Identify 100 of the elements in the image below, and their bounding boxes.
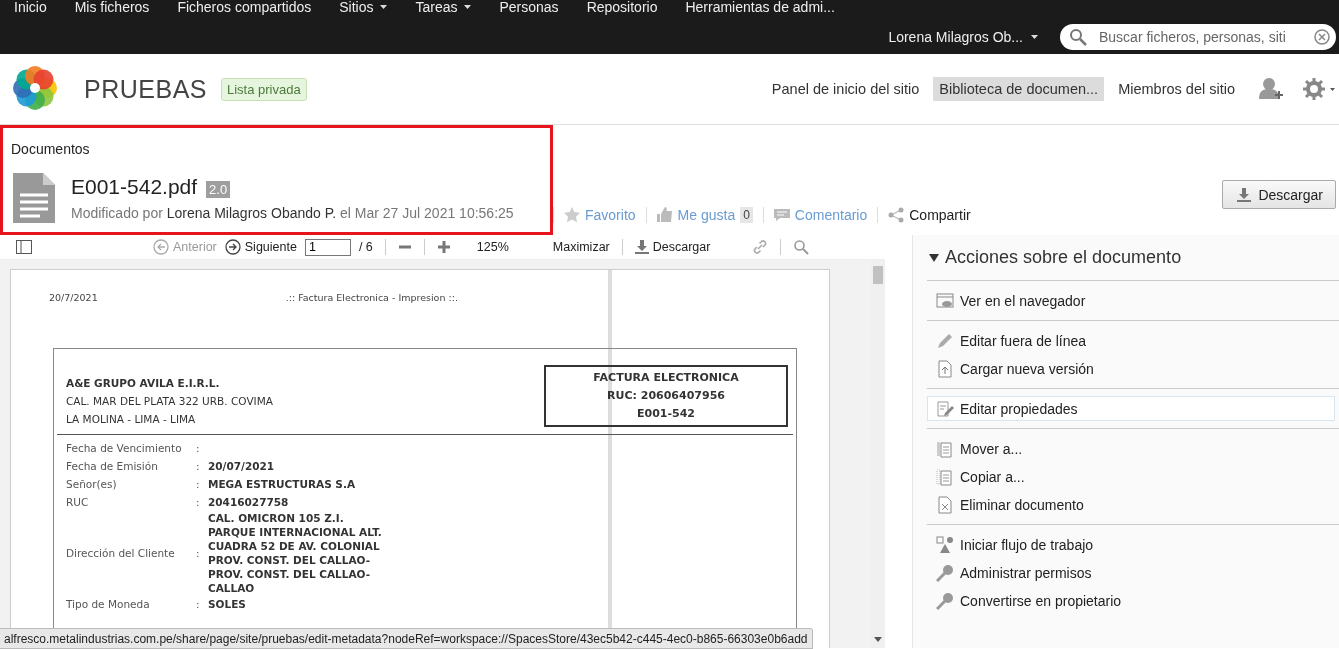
invoice-id-line: E001-542: [636, 406, 696, 422]
field-value: 20/07/2021: [208, 459, 275, 473]
field-value: CAL. OMICRON 105 Z.I.: [208, 511, 345, 525]
clear-icon[interactable]: [1314, 29, 1330, 45]
field-colon: :: [196, 459, 201, 474]
print-date: 20/7/2021: [49, 292, 98, 303]
share-icon: [888, 207, 905, 223]
action-item[interactable]: Ver en el navegador: [927, 288, 1335, 313]
issuer-address: CAL. MAR DEL PLATA 322 URB. COVIMA: [66, 394, 273, 409]
action-item[interactable]: Copiar a...: [927, 464, 1335, 489]
browser-window-icon: [936, 291, 954, 310]
zoom-level: 125%: [476, 240, 509, 254]
action-item[interactable]: Cargar nueva versión: [927, 356, 1335, 381]
thumbs-up-icon: [656, 207, 673, 223]
search-icon: [1069, 28, 1087, 46]
breadcrumb[interactable]: Documentos: [11, 141, 542, 157]
field-label: RUC: [66, 495, 90, 510]
file-delete-icon: [936, 495, 954, 514]
visibility-badge: Lista privada: [221, 77, 307, 101]
nav-link[interactable]: Inicio: [14, 0, 47, 14]
document-action[interactable]: Compartir: [877, 207, 981, 223]
nav-link[interactable]: Personas: [499, 0, 559, 14]
action-item[interactable]: Administrar permisos: [927, 560, 1335, 585]
action-item[interactable]: Editar fuera de línea: [927, 328, 1335, 353]
pencil-icon: [936, 331, 954, 350]
toolbar-button[interactable]: Siguiente: [224, 239, 297, 255]
download-link[interactable]: Descargar: [634, 240, 711, 254]
like-count: 0: [740, 207, 753, 223]
caret-icon: [380, 5, 388, 9]
settings-icon[interactable]: [1303, 78, 1335, 100]
field-colon: :: [196, 546, 201, 561]
action-item[interactable]: Convertirse en propietario: [927, 588, 1335, 613]
comment-icon: [773, 207, 790, 223]
file-name: E001-542.pdf: [71, 175, 198, 198]
field-colon: :: [196, 597, 201, 612]
nav-link[interactable]: Tareas: [415, 0, 472, 14]
issuer-name: A&E GRUPO AVILA E.I.R.L.: [66, 376, 221, 391]
document-action[interactable]: Me gusta 0: [645, 207, 763, 223]
field-colon: :: [196, 441, 201, 456]
field-label: Tipo de Moneda: [66, 597, 151, 612]
site-nav-link[interactable]: Biblioteca de documen...: [933, 77, 1105, 101]
field-label: Fecha de Vencimiento: [66, 441, 183, 456]
maximize-button[interactable]: Maximizar: [552, 240, 610, 254]
action-item[interactable]: Iniciar flujo de trabajo: [927, 532, 1335, 557]
site-nav-link[interactable]: Miembros del sitio: [1112, 77, 1241, 101]
shapes-icon: [936, 535, 954, 554]
field-value: PROV. CONST. DEL CALLAO-: [208, 567, 372, 581]
page-number-field[interactable]: 1: [304, 238, 351, 256]
user-menu[interactable]: Lorena Milagros Ob...: [888, 29, 1038, 45]
field-value: MEGA ESTRUCTURAS S.A: [208, 477, 356, 491]
modified-info: Modificado por Lorena Milagros Obando P. el Mar 27 Jul 2021 10:56:25: [71, 205, 514, 221]
field-label: Dirección del Cliente: [66, 546, 176, 561]
print-title: .:: Factura Electronica - Impresion ::.: [285, 292, 458, 303]
action-item[interactable]: Eliminar documento: [927, 492, 1335, 517]
field-value: SOLES: [208, 597, 246, 611]
download-icon: [634, 240, 649, 254]
action-item[interactable]: Editar propiedades: [927, 396, 1335, 421]
field-label: Señor(es): [66, 477, 118, 492]
documents-icon: [936, 467, 954, 486]
scrollbar-thumb[interactable]: [873, 266, 883, 284]
nav-link[interactable]: Ficheros compartidos: [177, 0, 312, 14]
field-value: PROV. CONST. DEL CALLAO-: [208, 553, 372, 567]
field-value: CUADRA 52 DE AV. COLONIAL: [208, 539, 381, 553]
edit-document-icon: [936, 399, 954, 418]
field-label: Fecha de Emisión: [66, 459, 159, 474]
nav-link[interactable]: Sitios: [339, 0, 388, 14]
documents-icon: [936, 439, 954, 458]
key-icon: [936, 591, 954, 610]
caret-icon: [1031, 35, 1038, 39]
key-icon: [936, 563, 954, 582]
issuer-address: LA MOLINA - LIMA - LIMA: [66, 412, 197, 427]
document-icon: [11, 171, 57, 225]
field-colon: :: [196, 477, 201, 492]
search-icon[interactable]: [793, 239, 810, 255]
add-user-icon[interactable]: [1259, 77, 1285, 101]
nav-link[interactable]: Mis ficheros: [74, 0, 150, 14]
download-icon: [1237, 187, 1252, 202]
scroll-down-icon[interactable]: [874, 637, 882, 642]
file-upload-icon: [936, 359, 954, 378]
status-url: alfresco.metalindustrias.com.pe/share/page/site/pruebas/edit-metadata?nodeRef=workspace://SpacesStore/43ec5b42-c445-4ec0-b865-66303e0b6add: [4, 631, 808, 646]
version-badge: 2.0: [206, 181, 231, 198]
search-field[interactable]: Buscar ficheros, personas, siti: [1060, 24, 1336, 50]
invoice-id-line: RUC: 20606407956: [606, 388, 726, 404]
caret-icon: [929, 252, 939, 263]
site-nav-link[interactable]: Panel de inicio del sitio: [765, 77, 926, 101]
nav-link[interactable]: Repositorio: [586, 0, 658, 14]
field-colon: :: [196, 495, 201, 510]
action-item[interactable]: Mover a...: [927, 436, 1335, 461]
field-value: 20416027758: [208, 495, 289, 509]
invoice-id-line: FACTURA ELECTRONICA: [592, 370, 740, 386]
link-icon[interactable]: [752, 239, 769, 255]
field-value: CALLAO: [208, 581, 256, 595]
download-button[interactable]: Descargar: [1222, 180, 1336, 209]
panel-header[interactable]: Acciones sobre el documento: [913, 247, 1339, 268]
sidebar-toggle-icon[interactable]: [16, 240, 32, 254]
nav-link[interactable]: Herramientas de admi...: [685, 0, 835, 14]
page-total: / 6: [358, 240, 373, 254]
star-icon: [564, 207, 580, 223]
field-value: PARQUE INTERNACIONAL ALT.: [208, 525, 382, 539]
zoom-in-icon[interactable]: [436, 240, 451, 254]
